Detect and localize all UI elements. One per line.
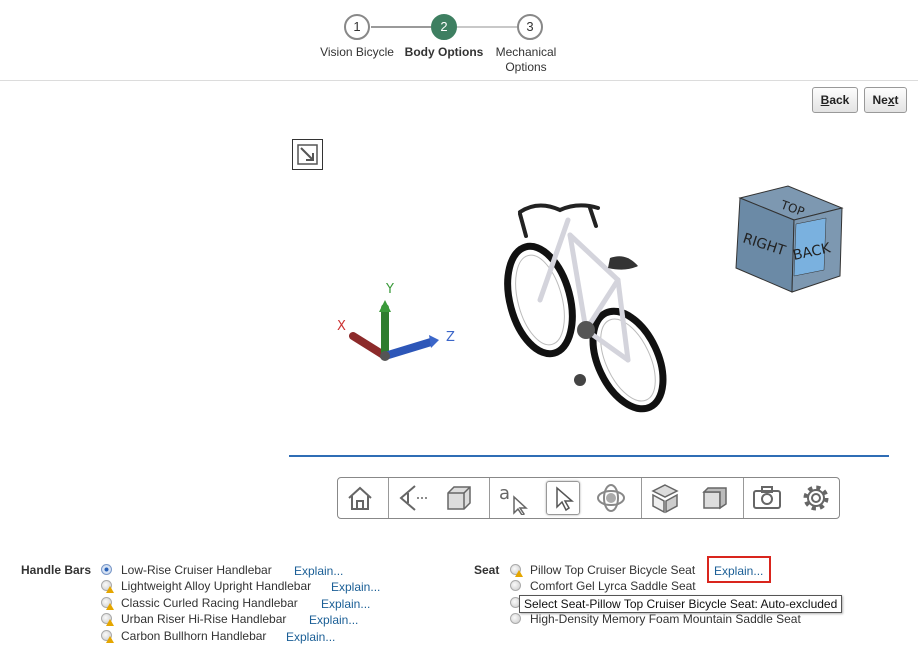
step-connector	[371, 26, 431, 28]
home-icon[interactable]	[343, 481, 377, 515]
explain-tooltip: Select Seat-Pillow Top Cruiser Bicycle S…	[519, 595, 843, 613]
seat-radio[interactable]	[510, 580, 521, 591]
pointer-select-icon[interactable]	[546, 481, 580, 515]
viewer-toolbar: a	[337, 477, 840, 519]
handle-bar-option-label[interactable]: Carbon Bullhorn Handlebar	[121, 629, 266, 643]
handle-bars-label: Handle Bars	[21, 563, 92, 577]
toolbar-separator	[743, 478, 744, 518]
step-3-label-line2: Options	[505, 60, 547, 74]
back-button[interactable]: Back	[812, 87, 858, 113]
explain-link[interactable]: Explain...	[714, 564, 763, 578]
explain-link[interactable]: Explain...	[331, 580, 380, 594]
warning-icon	[106, 603, 114, 610]
step-1-circle[interactable]: 1	[344, 14, 370, 40]
toolbar-separator	[641, 478, 642, 518]
handle-bar-option-label[interactable]: Urban Riser Hi-Rise Handlebar	[121, 612, 286, 626]
axis-y-label: Y	[385, 282, 394, 297]
step-connector	[457, 26, 517, 28]
handle-bar-option-label[interactable]: Low-Rise Cruiser Handlebar	[121, 563, 272, 577]
back-label: ack	[829, 93, 850, 107]
toolbar-separator	[388, 478, 389, 518]
explain-link[interactable]: Explain...	[321, 597, 370, 611]
explain-link[interactable]: Explain...	[309, 613, 358, 627]
step-3-label[interactable]: Mechanical Options	[478, 45, 574, 75]
section-icon[interactable]	[698, 481, 732, 515]
next-label-start: Ne	[872, 93, 888, 107]
next-access-key: x	[887, 93, 895, 107]
seat-label: Seat	[474, 563, 500, 577]
warning-icon	[515, 570, 523, 577]
view-cube[interactable]: TOP RIGHT BACK	[730, 180, 850, 300]
warning-icon	[106, 636, 114, 643]
rotate-icon[interactable]	[594, 481, 628, 515]
seat-radio[interactable]	[510, 613, 521, 624]
seat-option-label[interactable]: High-Density Memory Foam Mountain Saddle…	[530, 612, 801, 626]
seat-option-label[interactable]: Pillow Top Cruiser Bicycle Seat	[530, 563, 695, 577]
step-3-circle[interactable]: 3	[517, 14, 543, 40]
seat-option-label[interactable]: Comfort Gel Lyrca Saddle Seat	[530, 579, 696, 593]
explain-link[interactable]: Explain...	[294, 564, 343, 578]
back-access-key: B	[820, 93, 830, 107]
explode-icon[interactable]	[648, 481, 682, 515]
explain-link[interactable]: Explain...	[286, 630, 335, 644]
next-button[interactable]: Next	[864, 87, 907, 113]
warning-icon	[106, 586, 114, 593]
handle-bar-radio[interactable]	[101, 564, 112, 575]
handle-bar-option-label[interactable]: Classic Curled Racing Handlebar	[121, 596, 298, 610]
axis-x-label: X	[337, 319, 346, 334]
toolbar-separator	[489, 478, 490, 518]
camera-icon[interactable]	[750, 481, 784, 515]
settings-icon[interactable]	[799, 481, 833, 515]
eye-view-icon[interactable]	[395, 481, 429, 515]
bicycle-model[interactable]	[498, 180, 678, 420]
step-3-label-line1: Mechanical	[495, 45, 557, 59]
header-divider	[0, 80, 918, 81]
annotation-select-icon[interactable]: a	[496, 481, 530, 516]
fullscreen-icon[interactable]	[292, 139, 323, 170]
axis-triad: X Y Z	[337, 282, 455, 361]
svg-text:a: a	[499, 483, 510, 504]
step-2-circle[interactable]: 2	[431, 14, 457, 40]
axis-z-label: Z	[446, 330, 455, 345]
handle-bar-option-label[interactable]: Lightweight Alloy Upright Handlebar	[121, 579, 311, 593]
next-label-end: t	[894, 93, 899, 107]
box-view-icon[interactable]	[442, 481, 476, 515]
warning-icon	[106, 619, 114, 626]
viewer-divider	[289, 455, 889, 457]
